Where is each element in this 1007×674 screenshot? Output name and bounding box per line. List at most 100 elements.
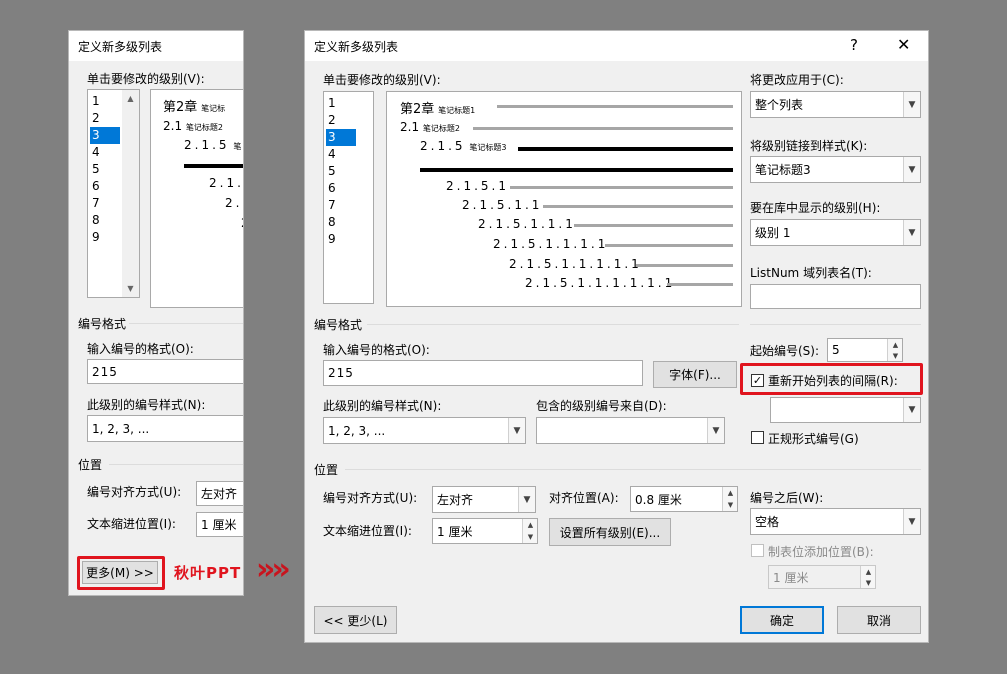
brand-watermark: 秋叶PPT bbox=[174, 564, 242, 582]
spin-down-icon[interactable]: ▼ bbox=[888, 350, 903, 361]
preview-level5: 2.1 bbox=[225, 196, 243, 210]
chevron-down-icon[interactable]: ▼ bbox=[707, 418, 724, 443]
indent-label: 文本缩进位置(I): bbox=[87, 517, 176, 531]
level-item[interactable]: 2 bbox=[90, 110, 120, 127]
chevron-down-icon[interactable]: ▼ bbox=[518, 487, 535, 512]
level-item[interactable]: 2 bbox=[326, 112, 356, 129]
preview-level9-bar bbox=[667, 283, 733, 286]
preview-level4-bar bbox=[510, 186, 733, 189]
spin-up-icon[interactable]: ▲ bbox=[888, 339, 903, 350]
listnum-input[interactable] bbox=[750, 284, 921, 309]
preview-level2-bar bbox=[473, 127, 733, 130]
chevron-down-icon[interactable]: ▼ bbox=[903, 398, 920, 422]
align-combo[interactable]: 左对齐 bbox=[196, 481, 243, 506]
less-button[interactable]: << 更少(L) bbox=[314, 606, 397, 634]
preview-level1: 第2章 笔记标题1 bbox=[400, 98, 475, 117]
chevron-down-icon[interactable]: ▼ bbox=[903, 157, 920, 182]
include-level-combo[interactable]: ▼ bbox=[536, 417, 725, 444]
restart-combo[interactable]: ▼ bbox=[770, 397, 921, 423]
level-listbox[interactable]: 1 2 3 4 5 6 7 8 9 ▲ ▼ bbox=[87, 89, 140, 298]
more-button-highlight bbox=[77, 556, 165, 590]
level-item[interactable]: 4 bbox=[90, 144, 120, 161]
preview-level3: 2.1.5 笔 bbox=[184, 138, 241, 152]
level-item[interactable]: 9 bbox=[326, 231, 356, 248]
level-item[interactable]: 7 bbox=[326, 197, 356, 214]
aligned-at-spin[interactable]: 0.8 厘米 ▲ ▼ bbox=[630, 486, 738, 512]
gallery-level-value: 级别 1 bbox=[755, 226, 791, 240]
chevron-down-icon[interactable]: ▼ bbox=[508, 418, 525, 443]
level-item[interactable]: 5 bbox=[90, 161, 120, 178]
tab-stop-label: 制表位添加位置(B): bbox=[768, 545, 874, 559]
align-combo[interactable]: 左对齐 ▼ bbox=[432, 486, 536, 513]
level-item[interactable]: 4 bbox=[326, 146, 356, 163]
number-style-label: 此级别的编号样式(N): bbox=[323, 399, 442, 413]
spin-down-icon[interactable]: ▼ bbox=[861, 577, 876, 588]
preview-level5: 2.1.5.1.1 bbox=[462, 198, 543, 212]
link-style-combo[interactable]: 笔记标题3 ▼ bbox=[750, 156, 921, 183]
restart-highlight bbox=[740, 363, 923, 395]
spin-up-icon[interactable]: ▲ bbox=[861, 566, 876, 577]
format-input[interactable]: 215 bbox=[323, 360, 643, 386]
follow-combo[interactable]: 空格 ▼ bbox=[750, 508, 921, 535]
level-item[interactable]: 9 bbox=[90, 229, 120, 246]
small-dialog: 定义新多级列表 单击要修改的级别(V): 1 2 3 4 5 6 7 8 9 ▲… bbox=[68, 30, 244, 596]
spin-up-icon[interactable]: ▲ bbox=[523, 519, 538, 531]
link-style-value: 笔记标题3 bbox=[755, 163, 811, 177]
link-style-label: 将级别链接到样式(K): bbox=[750, 139, 868, 153]
level-item[interactable]: 7 bbox=[90, 195, 120, 212]
ok-button[interactable]: 确定 bbox=[740, 606, 824, 634]
preview-level1-bar bbox=[497, 105, 733, 108]
level-item[interactable]: 1 bbox=[90, 93, 120, 110]
number-format-section: 编号格式 bbox=[78, 317, 127, 331]
preview-level7-bar bbox=[605, 244, 733, 247]
tab-stop-checkbox[interactable] bbox=[751, 544, 764, 557]
preview-level1-style: 笔记标题1 bbox=[438, 106, 476, 115]
level-scrollbar[interactable]: ▲ ▼ bbox=[122, 90, 139, 297]
spin-down-icon[interactable]: ▼ bbox=[723, 499, 738, 511]
level-item-selected[interactable]: 3 bbox=[90, 127, 120, 144]
set-all-levels-button[interactable]: 设置所有级别(E)... bbox=[549, 518, 671, 546]
align-label: 编号对齐方式(U): bbox=[87, 485, 182, 499]
preview-level8-bar bbox=[636, 264, 733, 267]
level-item[interactable]: 1 bbox=[326, 95, 356, 112]
level-item[interactable]: 6 bbox=[90, 178, 120, 195]
start-at-spin[interactable]: 5 ▲ ▼ bbox=[827, 338, 903, 362]
tab-stop-spin[interactable]: 1 厘米 ▲ ▼ bbox=[768, 565, 876, 589]
spin-arrows[interactable]: ▲ ▼ bbox=[887, 339, 902, 361]
indent-spin[interactable]: 1 厘米 ▲ ▼ bbox=[432, 518, 538, 544]
small-dialog-title: 定义新多级列表 bbox=[78, 40, 163, 54]
level-item[interactable]: 8 bbox=[326, 214, 356, 231]
position-section: 位置 bbox=[314, 463, 339, 477]
spin-arrows[interactable]: ▲ ▼ bbox=[860, 566, 875, 588]
chevron-down-icon[interactable]: ▼ bbox=[903, 220, 920, 245]
legal-checkbox[interactable] bbox=[751, 431, 764, 444]
close-icon[interactable]: ✕ bbox=[897, 35, 910, 54]
level-item[interactable]: 5 bbox=[326, 163, 356, 180]
level-listbox[interactable]: 1 2 3 4 5 6 7 8 9 bbox=[323, 91, 374, 304]
apply-to-combo[interactable]: 整个列表 ▼ bbox=[750, 91, 921, 118]
scroll-up-icon[interactable]: ▲ bbox=[122, 90, 139, 107]
format-input[interactable]: 215 bbox=[87, 359, 243, 384]
arrow-indicator-icon: »» bbox=[256, 552, 291, 587]
level-item-selected[interactable]: 3 bbox=[326, 129, 356, 146]
scroll-down-icon[interactable]: ▼ bbox=[122, 280, 139, 297]
chevron-down-icon[interactable]: ▼ bbox=[903, 92, 920, 117]
level-item[interactable]: 8 bbox=[90, 212, 120, 229]
spin-down-icon[interactable]: ▼ bbox=[523, 531, 538, 543]
preview-level3-number: 2.1.5 bbox=[184, 138, 230, 152]
number-style-combo[interactable]: 1, 2, 3, ... bbox=[87, 415, 243, 442]
chevron-down-icon[interactable]: ▼ bbox=[903, 509, 920, 534]
spin-arrows[interactable]: ▲ ▼ bbox=[722, 487, 737, 511]
spin-arrows[interactable]: ▲ ▼ bbox=[522, 519, 537, 543]
help-icon[interactable]: ? bbox=[850, 36, 858, 54]
section-divider bbox=[129, 323, 243, 324]
cancel-button[interactable]: 取消 bbox=[837, 606, 921, 634]
preview-level1-number: 第2章 bbox=[163, 100, 198, 115]
font-button[interactable]: 字体(F)... bbox=[653, 361, 737, 388]
apply-to-value: 整个列表 bbox=[755, 98, 804, 112]
spin-up-icon[interactable]: ▲ bbox=[723, 487, 738, 499]
level-item[interactable]: 6 bbox=[326, 180, 356, 197]
gallery-level-combo[interactable]: 级别 1 ▼ bbox=[750, 219, 921, 246]
indent-spin[interactable]: 1 厘米 bbox=[196, 512, 243, 537]
number-style-combo[interactable]: 1, 2, 3, ... ▼ bbox=[323, 417, 526, 444]
